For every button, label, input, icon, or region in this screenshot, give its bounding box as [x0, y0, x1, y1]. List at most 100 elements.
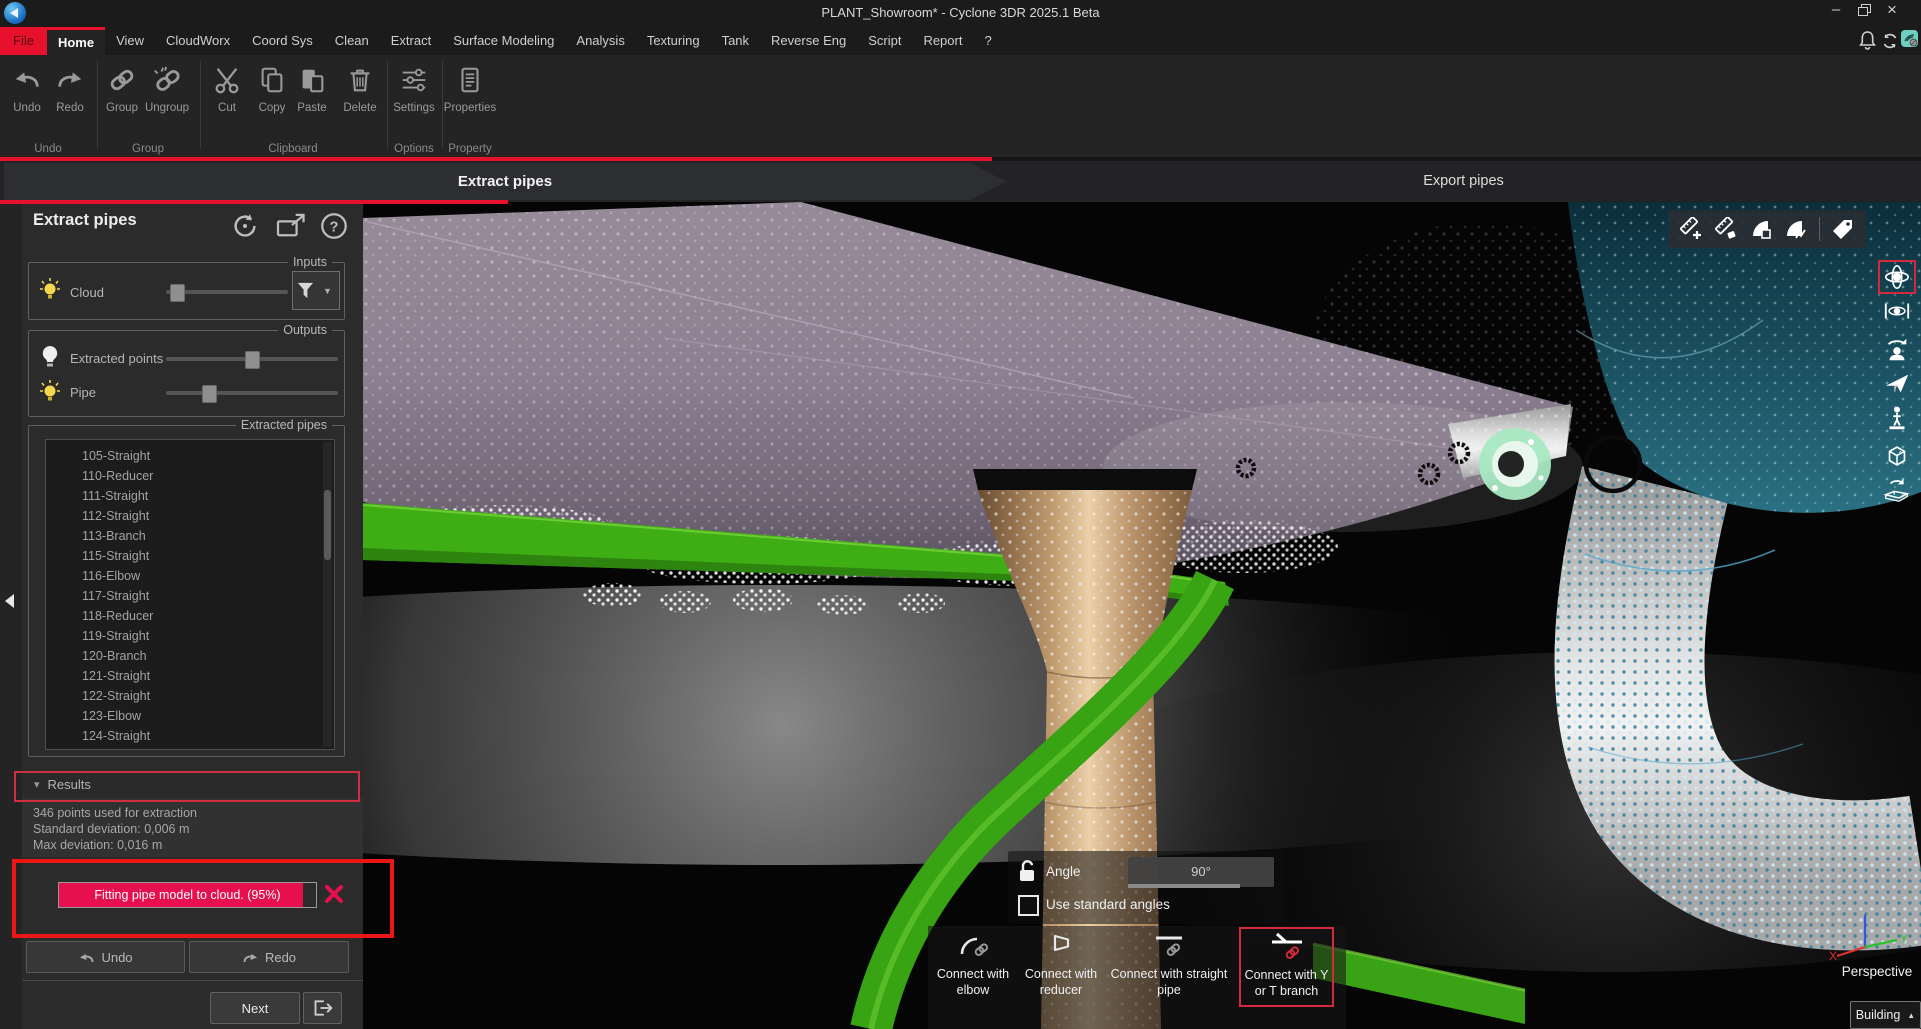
label-tag-icon[interactable] [1831, 217, 1855, 241]
pipe-visibility-icon[interactable] [39, 379, 61, 403]
lock-icon[interactable] [1018, 859, 1038, 883]
menu-file[interactable]: File [0, 27, 47, 55]
list-item[interactable]: 105-Straight [46, 446, 334, 466]
connect-with-straight-pipe-button[interactable]: Connect with straight pipe [1106, 928, 1232, 1024]
list-item[interactable]: 113-Branch [46, 526, 334, 546]
tab-export-pipes[interactable]: Export pipes [1006, 163, 1921, 200]
bell-icon[interactable] [1858, 30, 1877, 51]
connect-with-reducer-button[interactable]: Connect with reducer [1018, 928, 1104, 1024]
standard-angles-checkbox[interactable] [1018, 895, 1039, 916]
collapse-panel-arrow-icon[interactable] [5, 594, 14, 608]
connect-options-panel: Connect with elbow Connect with reducer … [928, 926, 1346, 1029]
menu-help[interactable]: ? [973, 27, 1002, 55]
results-header[interactable]: ▾ Results [22, 770, 356, 798]
paste-button[interactable]: Paste [289, 59, 335, 137]
menu-extract[interactable]: Extract [380, 27, 442, 55]
menu-report[interactable]: Report [912, 27, 973, 55]
menu-home[interactable]: Home [47, 27, 105, 55]
angle-measure-icon[interactable] [1749, 217, 1773, 241]
cut-button[interactable]: Cut [204, 59, 250, 137]
remove-measure-icon[interactable] [1714, 217, 1738, 241]
turntable-button[interactable] [1878, 473, 1916, 507]
list-item[interactable]: 111-Straight [46, 486, 334, 506]
cloud-slider[interactable] [166, 290, 288, 294]
list-item[interactable]: 121-Straight [46, 666, 334, 686]
next-button[interactable]: Next [210, 992, 300, 1024]
delete-button[interactable]: Delete [337, 59, 383, 137]
restore-button[interactable] [1850, 0, 1878, 22]
walk-mode-button[interactable] [1878, 401, 1916, 435]
undo-button[interactable]: Undo [4, 59, 50, 137]
connect-with-elbow-button[interactable]: Connect with elbow [930, 928, 1016, 1024]
reset-button[interactable] [228, 209, 262, 243]
detach-panel-button[interactable] [274, 209, 308, 243]
inputs-group-label: Inputs [288, 255, 332, 269]
extracted-points-slider[interactable] [166, 357, 338, 361]
menu-clean[interactable]: Clean [324, 27, 380, 55]
list-item[interactable]: 122-Straight [46, 686, 334, 706]
menu-view[interactable]: View [105, 27, 155, 55]
list-item[interactable]: 124-Straight [46, 726, 334, 746]
list-item[interactable]: 112-Straight [46, 506, 334, 526]
redo-button[interactable]: Redo [47, 59, 93, 137]
list-item[interactable]: 118-Reducer [46, 606, 334, 626]
add-measure-icon[interactable] [1679, 217, 1703, 241]
menu-analysis[interactable]: Analysis [565, 27, 635, 55]
panel-undo-button[interactable]: Undo [26, 941, 185, 973]
extracted-points-slider-handle[interactable] [245, 351, 260, 369]
angle-input[interactable]: 90° [1128, 857, 1274, 887]
exit-command-button[interactable] [303, 992, 342, 1024]
view-mode-dropdown[interactable]: Building ▲ [1850, 1001, 1921, 1029]
cloud-slider-handle[interactable] [170, 284, 185, 302]
help-button[interactable]: ? [317, 209, 351, 243]
ribbon-toolbar: Undo Redo Group Ungroup Cut Copy Paste [0, 55, 1921, 157]
menu-tank[interactable]: Tank [711, 27, 760, 55]
list-item[interactable]: 117-Straight [46, 586, 334, 606]
list-item[interactable]: 123-Elbow [46, 706, 334, 726]
menu-surface-modeling[interactable]: Surface Modeling [442, 27, 565, 55]
list-scrollbar[interactable] [323, 442, 332, 747]
status-badge-icon[interactable] [1901, 30, 1918, 47]
y-branch-icon [1269, 929, 1305, 963]
properties-button[interactable]: Properties [440, 59, 500, 137]
connect-with-branch-button[interactable]: Connect with Y or T branch [1239, 927, 1334, 1007]
list-item[interactable]: 120-Branch [46, 646, 334, 666]
list-scrollbar-thumb[interactable] [324, 490, 331, 560]
cancel-button[interactable] [323, 883, 345, 905]
menu-coord-sys[interactable]: Coord Sys [241, 27, 324, 55]
menu-reverse-eng[interactable]: Reverse Eng [760, 27, 857, 55]
extracted-pipes-list[interactable]: 105-Straight 110-Reducer 111-Straight 11… [45, 439, 335, 750]
minimize-button[interactable]: – [1822, 0, 1850, 22]
fly-mode-button[interactable] [1878, 366, 1916, 400]
scissors-icon [212, 65, 242, 95]
ribbon-group-group: Group [118, 143, 178, 155]
menu-script[interactable]: Script [857, 27, 912, 55]
list-item[interactable]: 110-Reducer [46, 466, 334, 486]
menu-texturing[interactable]: Texturing [636, 27, 711, 55]
list-item[interactable]: 116-Elbow [46, 566, 334, 586]
cloud-visibility-icon[interactable] [39, 277, 61, 301]
orbit-mode-button[interactable] [1878, 260, 1916, 294]
look-around-button[interactable] [1878, 332, 1916, 366]
pipe-slider-handle[interactable] [202, 385, 217, 403]
list-item[interactable]: 119-Straight [46, 626, 334, 646]
panel-redo-button[interactable]: Redo [189, 941, 349, 973]
view-cube-button[interactable] [1878, 439, 1916, 473]
list-item[interactable]: 115-Straight [46, 546, 334, 566]
settings-button[interactable]: Settings [389, 59, 439, 137]
ungroup-button[interactable]: Ungroup [141, 59, 193, 137]
menu-cloudworx[interactable]: CloudWorx [155, 27, 241, 55]
filter-dropdown-button[interactable]: ▼ [316, 271, 340, 310]
group-button[interactable]: Group [99, 59, 145, 137]
deviation-measure-icon[interactable] [1784, 217, 1808, 241]
viewport-3d[interactable]: Angle 90° Use standard angles Connect wi… [363, 202, 1921, 1029]
close-button[interactable]: × [1878, 0, 1906, 22]
sync-icon[interactable] [1881, 32, 1899, 50]
ribbon-group-clipboard: Clipboard [258, 143, 328, 155]
extracted-points-visibility-icon[interactable] [41, 345, 59, 369]
tab-extract-pipes[interactable]: Extract pipes [4, 163, 1006, 200]
pipe-slider[interactable] [166, 391, 338, 395]
standard-angles-label: Use standard angles [1046, 897, 1170, 912]
constrained-orbit-button[interactable] [1878, 294, 1916, 328]
filter-button[interactable] [292, 271, 319, 310]
